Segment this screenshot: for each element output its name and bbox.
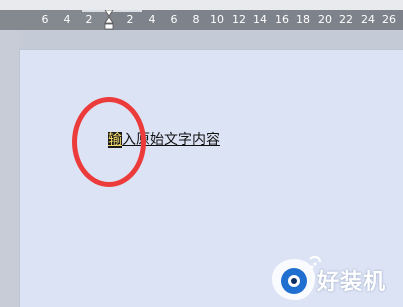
ruler-tick: 2 (85, 13, 93, 26)
ruler-tick: 2 (126, 13, 134, 26)
ruler-tick: 4 (148, 13, 156, 26)
indent-marker-icon[interactable] (104, 10, 114, 30)
ruler-tick: 22 (339, 13, 353, 26)
left-margin (0, 30, 20, 307)
ruler-tick: 6 (41, 13, 49, 26)
toolbar-strip (0, 0, 403, 10)
ruler-tick: 18 (296, 13, 310, 26)
ruler-tick: 16 (275, 13, 289, 26)
ruler-tick: 12 (232, 13, 246, 26)
ruler-tick: 6 (170, 13, 178, 26)
ruler-tick: 4 (63, 13, 71, 26)
ruler-tick: 8 (192, 13, 200, 26)
ruler-tick: 26 (382, 13, 396, 26)
ruler-tick: 10 (210, 13, 224, 26)
horizontal-ruler[interactable]: 6 4 2 2 4 6 8 10 12 14 16 18 20 22 24 26 (0, 10, 403, 30)
ruler-tick: 20 (318, 13, 332, 26)
ruler-tick: 24 (361, 13, 375, 26)
watermark-text: 好装机 (317, 270, 387, 295)
ruler-tick: 14 (253, 13, 267, 26)
annotation-circle (72, 97, 146, 187)
